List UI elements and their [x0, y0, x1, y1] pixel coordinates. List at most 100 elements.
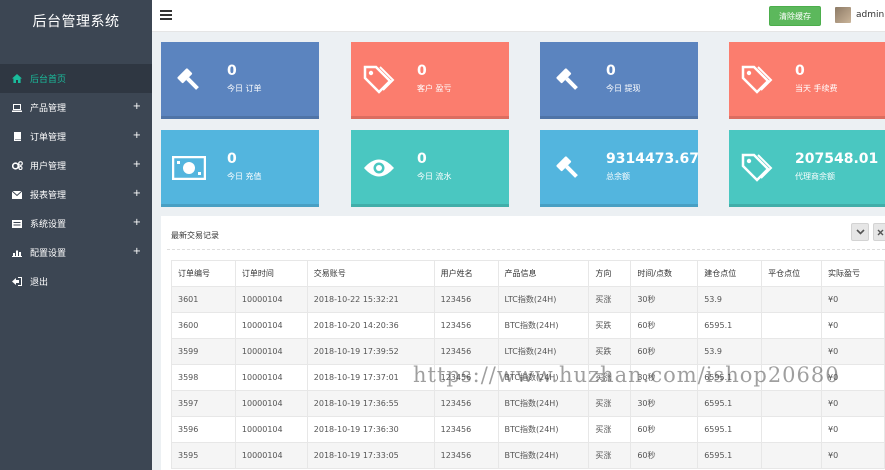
- column-header[interactable]: 订单编号: [171, 260, 236, 287]
- table-row[interactable]: 3600 10000104 2018-10-20 14:20:36 123456 BTC…: [171, 312, 885, 339]
- stat-label: 代理商余额: [795, 172, 835, 181]
- app-title: 后台管理系统: [32, 14, 120, 30]
- stat-card-today-withdrawal: 0 今日 提现: [540, 42, 698, 119]
- table-cell: 2018-10-19 17:36:30: [306, 416, 435, 443]
- stat-label: 今日 订单: [227, 84, 262, 93]
- table-cell: 123456: [433, 416, 499, 443]
- table-cell: 6595.1: [697, 442, 763, 469]
- envelope-icon: [11, 190, 23, 199]
- user-name[interactable]: admin: [856, 10, 884, 20]
- column-header[interactable]: 订单时间: [234, 260, 308, 287]
- table-cell: [761, 286, 823, 313]
- gavel-icon: [550, 64, 586, 96]
- bar-chart-icon: [11, 249, 23, 257]
- sidebar-item-label: 订单管理: [30, 133, 67, 143]
- panel-title: 最新交易记录: [171, 231, 219, 240]
- table-cell: 2018-10-19 17:39:52: [306, 338, 435, 365]
- stat-label: 今日 提现: [606, 84, 641, 93]
- stat-value: 9314473.67: [606, 151, 699, 167]
- column-header[interactable]: 平仓点位: [761, 260, 823, 287]
- table-row[interactable]: 3601 10000104 2018-10-22 15:32:21 123456 LTC…: [171, 286, 885, 313]
- table-cell: 3598: [171, 364, 236, 391]
- table-cell: [761, 442, 823, 469]
- table-row[interactable]: 3596 10000104 2018-10-19 17:36:30 123456 BTC…: [171, 416, 885, 443]
- stat-card-today-deposit: 0 今日 充值: [161, 130, 319, 207]
- expand-icon[interactable]: +: [133, 246, 141, 257]
- sidebar-item-label: 后台首页: [30, 75, 67, 85]
- table-cell: BTC指数(24H): [497, 416, 590, 443]
- sidebar-item-label: 退出: [30, 278, 49, 288]
- sign-out-icon: [11, 277, 23, 286]
- stat-card-today-turnover: 0 今日 流水: [351, 130, 509, 207]
- money-icon: [171, 152, 207, 184]
- chevron-down-icon[interactable]: [851, 223, 869, 241]
- sidebar-item-home[interactable]: 后台首页: [0, 64, 152, 93]
- list-icon: [11, 219, 23, 228]
- table-cell: BTC指数(24H): [497, 390, 590, 417]
- home-icon: [11, 74, 23, 83]
- column-header[interactable]: 方向: [588, 260, 632, 287]
- table-cell: LTC指数(24H): [497, 338, 590, 365]
- sidebar-item-reports[interactable]: 报表管理 +: [0, 180, 152, 209]
- stat-card-total-balance: 9314473.67 总余额: [540, 130, 699, 207]
- table-cell: BTC指数(24H): [497, 442, 590, 469]
- table-cell: [761, 338, 823, 365]
- recent-transactions-panel: 最新交易记录 订单编号 订单时间 交易账号 用户姓名 产品信息 方向 时间/点数…: [161, 216, 885, 470]
- laptop-icon: [11, 103, 23, 112]
- table-row[interactable]: 3599 10000104 2018-10-19 17:39:52 123456 LTC…: [171, 338, 885, 365]
- clear-cache-button[interactable]: 清除缓存: [769, 6, 821, 26]
- stat-card-today-fee: 0 当天 手续费: [729, 42, 885, 119]
- expand-icon[interactable]: +: [133, 217, 141, 228]
- sidebar: 后台管理系统 后台首页 产品管理 + 订单管理 + 用户管理 + 报表管理 + …: [0, 0, 152, 470]
- table-cell: 123456: [433, 286, 499, 313]
- column-header[interactable]: 用户姓名: [433, 260, 499, 287]
- table-cell: ¥0: [821, 416, 885, 443]
- table-cell: 2018-10-19 17:33:05: [306, 442, 435, 469]
- table-cell: 60秒: [630, 442, 699, 469]
- column-header[interactable]: 实际盈亏: [821, 260, 885, 287]
- expand-icon[interactable]: +: [133, 101, 141, 112]
- table-cell: 买跌: [588, 312, 632, 339]
- sidebar-item-config-settings[interactable]: 配置设置 +: [0, 238, 152, 267]
- stat-value: 0: [606, 63, 616, 79]
- avatar[interactable]: [835, 7, 851, 23]
- column-header[interactable]: 产品信息: [497, 260, 590, 287]
- eye-icon: [361, 152, 397, 184]
- sidebar-item-system-settings[interactable]: 系统设置 +: [0, 209, 152, 238]
- sidebar-nav: 后台首页 产品管理 + 订单管理 + 用户管理 + 报表管理 + 系统设置 + …: [0, 64, 152, 296]
- menu-toggle-icon[interactable]: [160, 10, 172, 20]
- sidebar-item-label: 报表管理: [30, 191, 67, 201]
- table-cell: 123456: [433, 338, 499, 365]
- close-icon[interactable]: [873, 223, 885, 241]
- table-cell: 123456: [433, 312, 499, 339]
- cogs-icon: [11, 161, 23, 170]
- table-cell: 3595: [171, 442, 236, 469]
- gavel-icon: [171, 64, 207, 96]
- table-header-row: 订单编号 订单时间 交易账号 用户姓名 产品信息 方向 时间/点数 建仓点位 平…: [171, 260, 885, 287]
- column-header[interactable]: 交易账号: [306, 260, 435, 287]
- table-cell: 123456: [433, 390, 499, 417]
- table-row[interactable]: 3595 10000104 2018-10-19 17:33:05 123456 BTC…: [171, 442, 885, 469]
- table-cell: ¥0: [821, 338, 885, 365]
- sidebar-item-products[interactable]: 产品管理 +: [0, 93, 152, 122]
- column-header[interactable]: 建仓点位: [697, 260, 763, 287]
- sidebar-item-logout[interactable]: 退出: [0, 267, 152, 296]
- table-cell: BTC指数(24H): [497, 312, 590, 339]
- table-cell: 3597: [171, 390, 236, 417]
- column-header[interactable]: 时间/点数: [630, 260, 699, 287]
- expand-icon[interactable]: +: [133, 159, 141, 170]
- sidebar-item-orders[interactable]: 订单管理 +: [0, 122, 152, 151]
- table-cell: 60秒: [630, 416, 699, 443]
- sidebar-item-label: 用户管理: [30, 162, 67, 172]
- expand-icon[interactable]: +: [133, 130, 141, 141]
- table-row[interactable]: 3597 10000104 2018-10-19 17:36:55 123456 BTC…: [171, 390, 885, 417]
- table-cell: 60秒: [630, 338, 699, 365]
- table-cell: 6595.1: [697, 416, 763, 443]
- expand-icon[interactable]: +: [133, 188, 141, 199]
- table-cell: 6595.1: [697, 312, 763, 339]
- stat-label: 总余额: [606, 172, 630, 181]
- stat-card-customer-pnl: 0 客户 盈亏: [351, 42, 509, 119]
- table-cell: 10000104: [234, 390, 308, 417]
- sidebar-item-users[interactable]: 用户管理 +: [0, 151, 152, 180]
- table-cell: 10000104: [234, 442, 308, 469]
